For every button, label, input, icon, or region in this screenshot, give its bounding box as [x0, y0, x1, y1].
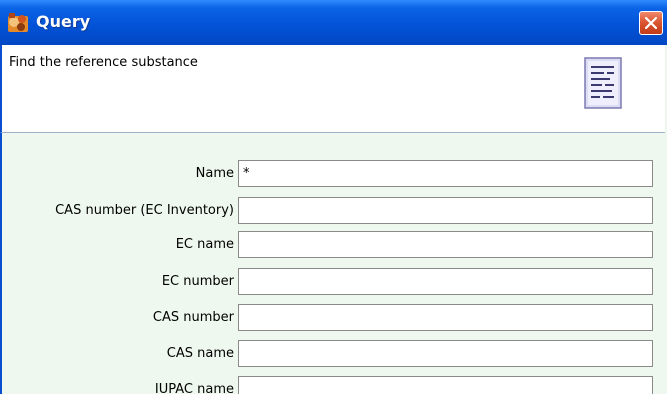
app-icon: [6, 10, 30, 34]
iupac-name-input[interactable]: [238, 376, 653, 394]
cas-name-label: CAS name: [166, 346, 234, 361]
form-row-iupac-name: IUPAC name: [2, 376, 667, 394]
query-window: Query Find the reference substance Name …: [0, 0, 667, 394]
cas-number-input[interactable]: [238, 304, 653, 331]
ec-name-label: EC name: [175, 237, 234, 252]
header-description: Find the reference substance: [9, 55, 198, 70]
window-title: Query: [36, 12, 91, 31]
form-row-ec-name: EC name: [2, 231, 667, 258]
form-row-cas-number: CAS number: [2, 304, 667, 331]
ec-number-input[interactable]: [238, 268, 653, 295]
name-input[interactable]: [238, 160, 653, 187]
form-row-name: Name: [2, 160, 667, 187]
iupac-name-label: IUPAC name: [154, 382, 234, 394]
ec-name-input[interactable]: [238, 231, 653, 258]
document-list-icon: [584, 57, 622, 109]
close-icon: [645, 17, 657, 29]
form-row-cas-number-ec-inventory: CAS number (EC Inventory): [2, 197, 667, 224]
ec-number-label: EC number: [161, 274, 234, 289]
cas-number-ec-inventory-input[interactable]: [238, 197, 653, 224]
form-row-ec-number: EC number: [2, 268, 667, 295]
cas-number-label: CAS number: [152, 310, 234, 325]
title-bar[interactable]: Query: [0, 0, 667, 45]
form-row-cas-name: CAS name: [2, 340, 667, 367]
dialog-header: Find the reference substance: [0, 45, 665, 133]
query-form: Name CAS number (EC Inventory) EC name E…: [0, 133, 667, 394]
name-label: Name: [195, 166, 234, 181]
cas-name-input[interactable]: [238, 340, 653, 367]
close-button[interactable]: [639, 11, 663, 35]
cas-number-ec-inventory-label: CAS number (EC Inventory): [55, 203, 234, 218]
